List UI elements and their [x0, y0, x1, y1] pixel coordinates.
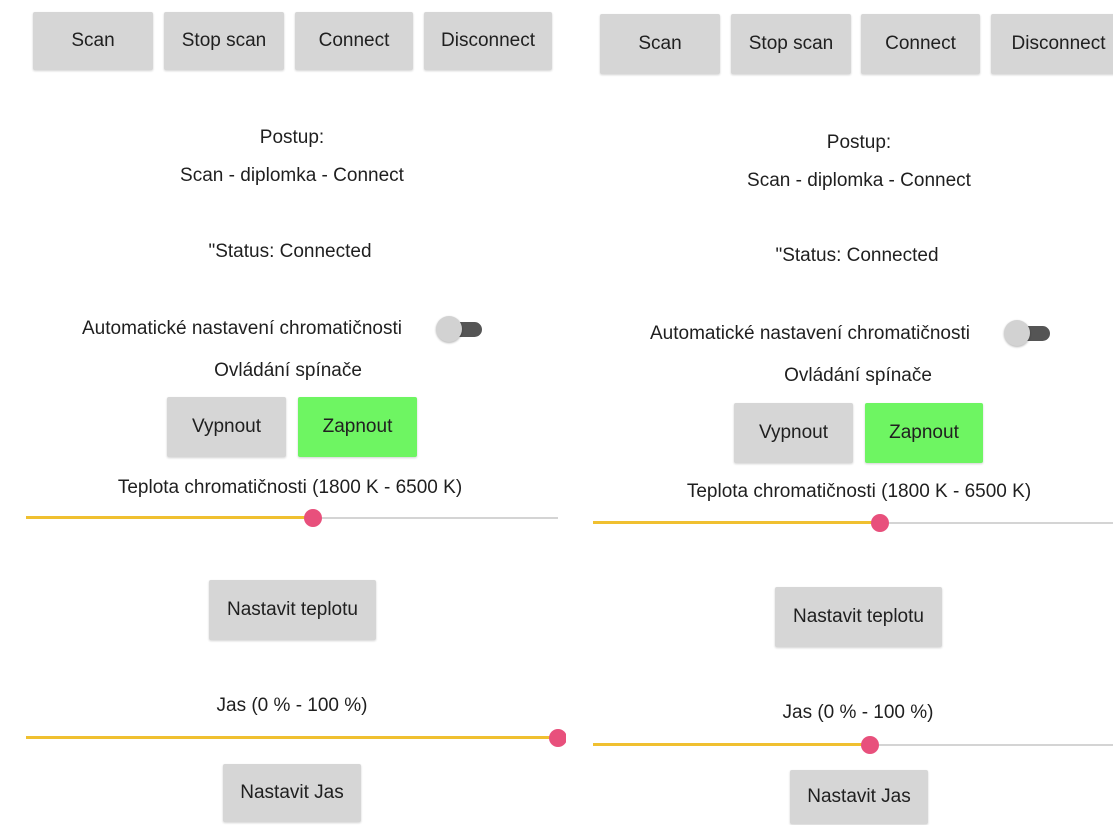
status-text: "Status: Connected: [775, 245, 939, 266]
off-button[interactable]: Vypnout: [167, 397, 286, 457]
procedure-steps: Scan - diplomka - Connect: [747, 170, 971, 191]
brightness-label: Jas (0 % - 100 %): [216, 695, 368, 716]
temperature-label: Teplota chromatičnosti (1800 K - 6500 K): [117, 477, 463, 498]
stop-scan-button[interactable]: Stop scan: [731, 14, 851, 74]
scan-button[interactable]: Scan: [600, 14, 720, 74]
slider-thumb[interactable]: [549, 729, 566, 747]
slider-fill: [26, 516, 314, 519]
procedure-steps: Scan - diplomka - Connect: [180, 165, 404, 186]
procedure-title: Postup:: [259, 127, 325, 148]
temperature-slider[interactable]: [593, 512, 1113, 534]
brightness-label: Jas (0 % - 100 %): [782, 702, 934, 723]
on-button[interactable]: Zapnout: [298, 397, 417, 457]
disconnect-button[interactable]: Disconnect: [991, 14, 1113, 74]
app-screen-left: Scan Stop scan Connect Disconnect Postup…: [0, 0, 566, 825]
procedure-title: Postup:: [826, 132, 892, 153]
slider-thumb[interactable]: [860, 736, 879, 754]
slider-thumb[interactable]: [304, 509, 323, 527]
off-button[interactable]: Vypnout: [734, 403, 853, 463]
auto-chroma-toggle[interactable]: [1004, 320, 1050, 346]
toggle-thumb: [436, 316, 462, 342]
temperature-slider[interactable]: [26, 507, 558, 529]
toggle-thumb: [1004, 320, 1030, 346]
stop-scan-button[interactable]: Stop scan: [164, 12, 284, 70]
set-temperature-button[interactable]: Nastavit teplotu: [209, 580, 376, 640]
app-screen-right: Scan Stop scan Connect Disconnect Postup…: [566, 0, 1113, 825]
auto-chroma-label: Automatické nastavení chromatičnosti: [650, 323, 970, 344]
auto-chroma-toggle[interactable]: [436, 316, 482, 342]
disconnect-button[interactable]: Disconnect: [424, 12, 552, 70]
set-temperature-button[interactable]: Nastavit teplotu: [775, 587, 942, 647]
set-brightness-button[interactable]: Nastavit Jas: [790, 770, 928, 824]
brightness-slider[interactable]: [593, 734, 1113, 756]
switch-control-title: Ovládání spínače: [784, 365, 932, 386]
switch-control-title: Ovládání spínače: [214, 360, 362, 381]
slider-thumb[interactable]: [871, 514, 890, 532]
connect-button[interactable]: Connect: [861, 14, 980, 74]
connect-button[interactable]: Connect: [295, 12, 413, 70]
set-brightness-button[interactable]: Nastavit Jas: [223, 764, 361, 822]
scan-button[interactable]: Scan: [33, 12, 153, 70]
status-text: "Status: Connected: [208, 241, 372, 262]
auto-chroma-label: Automatické nastavení chromatičnosti: [82, 318, 402, 339]
slider-fill: [593, 743, 870, 746]
brightness-slider[interactable]: [26, 727, 566, 749]
slider-fill: [593, 521, 881, 524]
temperature-label: Teplota chromatičnosti (1800 K - 6500 K): [686, 481, 1032, 502]
on-button[interactable]: Zapnout: [865, 403, 983, 463]
slider-fill: [26, 736, 558, 739]
